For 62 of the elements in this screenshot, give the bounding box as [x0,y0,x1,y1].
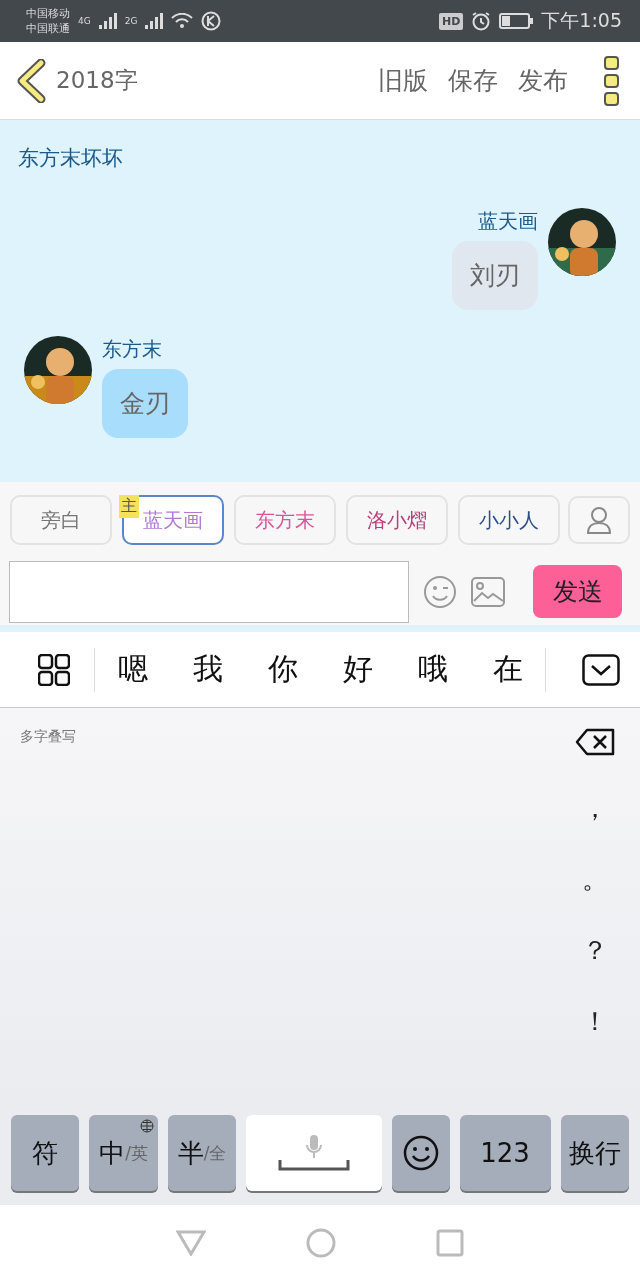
smiley-icon [402,1135,439,1171]
emoji-key[interactable] [392,1115,450,1191]
carrier-name: 中国联通 [26,21,70,36]
character-chip[interactable]: 小小人 [458,495,560,545]
candidate-word[interactable]: 我 [170,648,245,691]
grid-icon[interactable] [38,653,70,686]
microphone-icon [306,1134,323,1160]
signal-icon [145,13,164,29]
network-type: 2G [124,16,138,26]
keyboard-key[interactable]: 符 [11,1115,80,1191]
keyboard-key[interactable]: 换行 [560,1115,629,1191]
k-circle-icon [201,11,222,31]
carrier-name: 中国移动 [26,6,70,21]
sender-name: 东方末 [102,336,162,363]
back-nav-icon[interactable] [176,1229,206,1256]
emoji-icon[interactable] [423,574,457,609]
keyboard-key[interactable]: 123 [459,1115,551,1191]
punctuation-key[interactable]: ？ [576,932,614,969]
message-bubble: 金刃 [102,369,188,438]
handwriting-hint: 多字叠写 [20,728,77,746]
back-icon[interactable] [16,58,46,103]
lead-badge: 主 [119,495,139,518]
person-icon [587,506,611,534]
network-type: 4G [78,16,91,26]
word-count: 2018字 [56,66,139,95]
header-action[interactable]: 旧版 [368,64,438,97]
candidate-word[interactable]: 哦 [395,648,470,691]
hd-badge: HD [439,12,464,30]
globe-icon [139,1119,154,1133]
backspace-icon[interactable] [575,728,615,756]
sender-name: 蓝天画 [478,208,538,235]
character-chip[interactable]: 主 蓝天画 [122,495,224,545]
candidate-word[interactable]: 嗯 [95,648,170,691]
message-input[interactable] [9,560,409,623]
home-nav-icon[interactable] [306,1227,336,1258]
wifi-icon [171,13,194,29]
punctuation-key[interactable]: ！ [576,1003,614,1040]
space-key[interactable] [246,1115,383,1191]
header-action[interactable]: 发布 [508,64,578,97]
header-action[interactable]: 保存 [438,64,508,97]
punctuation-key[interactable]: ， [576,790,614,827]
toggle-key[interactable]: 半/全 [167,1115,237,1191]
alarm-icon [471,11,492,31]
clock-time: 下午1:05 [541,8,622,33]
character-chip[interactable]: 旁白 [10,495,112,545]
punctuation-key[interactable]: 。 [576,861,614,898]
recents-nav-icon[interactable] [436,1228,464,1257]
image-icon[interactable] [471,576,505,607]
toggle-key[interactable]: 中/英 [89,1115,158,1191]
add-character-button[interactable] [568,496,630,544]
candidate-word[interactable]: 在 [470,648,545,691]
signal-icon [98,13,117,29]
more-icon[interactable] [604,55,620,106]
candidate-word[interactable]: 你 [245,648,320,691]
send-button[interactable]: 发送 [533,565,622,618]
space-bar-icon [278,1160,351,1172]
battery-icon [499,13,534,29]
character-chip[interactable]: 洛小熠 [346,495,448,545]
narration-text: 东方末坏坏 [18,145,124,172]
candidate-word[interactable]: 好 [320,648,395,691]
message-bubble: 刘刃 [452,241,538,310]
collapse-keyboard-icon[interactable] [582,653,620,686]
